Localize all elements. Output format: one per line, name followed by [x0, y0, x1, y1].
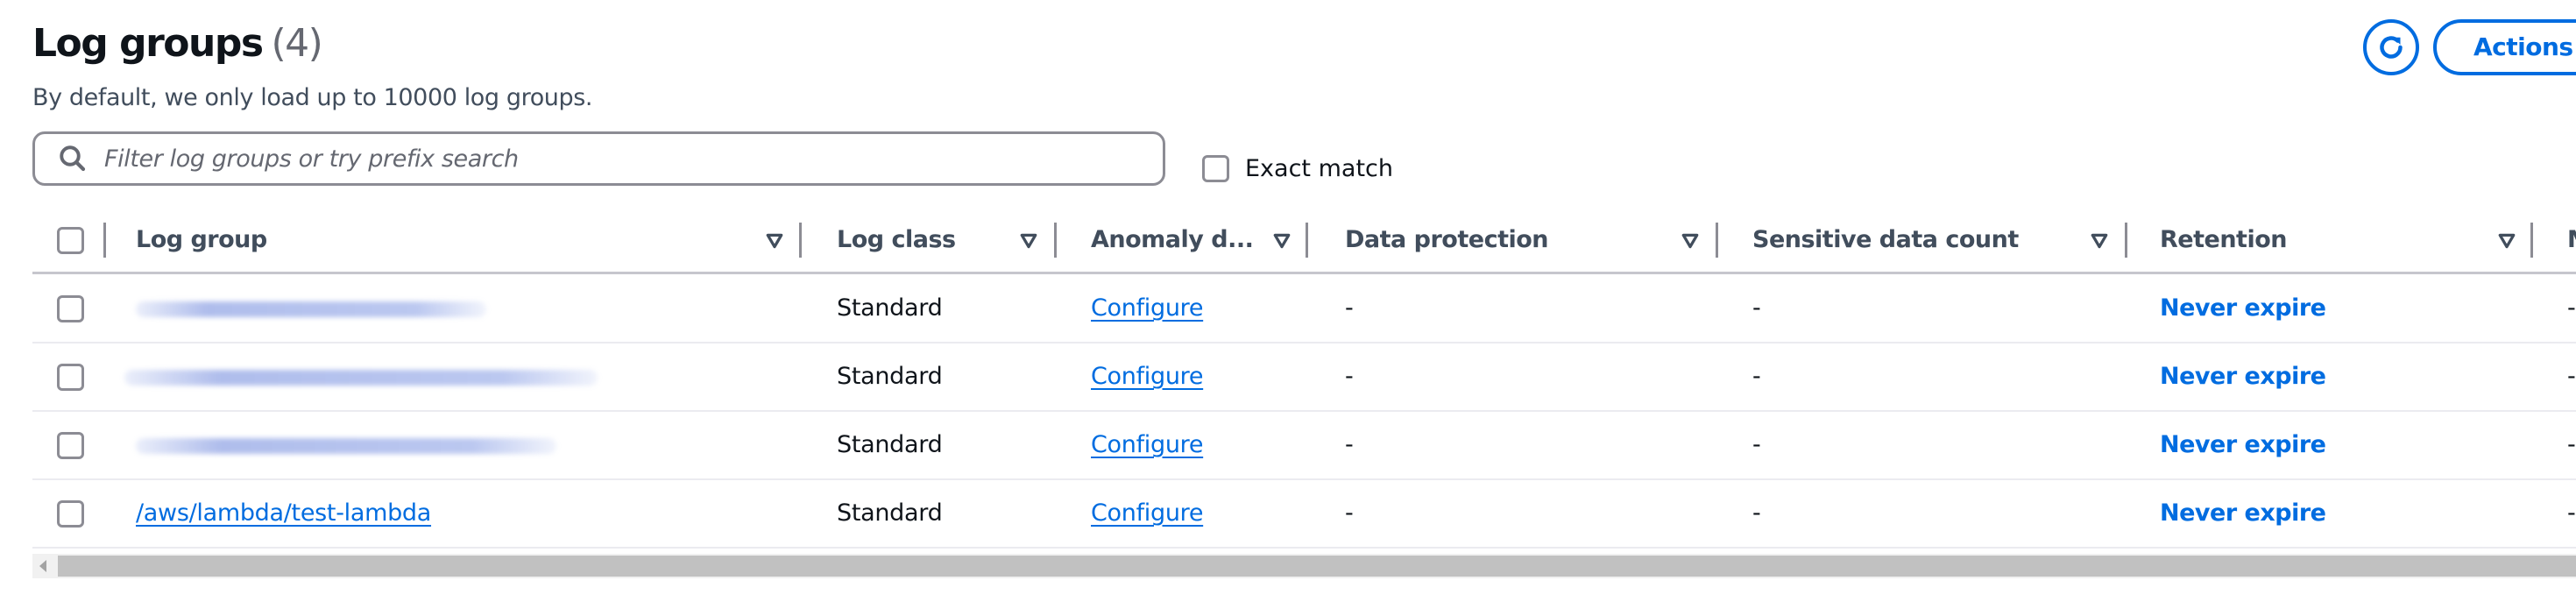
search-icon	[60, 145, 86, 172]
column-header-anomaly-detection[interactable]: Anomaly d...	[1091, 226, 1254, 253]
table-row: /aws/lambda/test-lambda Standard Configu…	[32, 480, 2576, 549]
horizontal-scrollbar[interactable]	[32, 554, 2576, 578]
column-header-truncated[interactable]: M	[2567, 226, 2576, 253]
filter-triangle-icon[interactable]	[765, 231, 784, 251]
log-group-filter[interactable]	[32, 131, 1165, 186]
table-header: Log group Log class Anomaly d... Data pr…	[32, 210, 2576, 274]
log-class-cell: Standard	[837, 294, 943, 322]
table-row: Standard Configure - - Never expire -	[32, 275, 2576, 343]
actions-button-label: Actions	[2473, 32, 2573, 61]
filter-triangle-icon[interactable]	[1272, 231, 1292, 251]
retention-link[interactable]: Never expire	[2160, 431, 2326, 458]
column-divider[interactable]	[1716, 223, 1718, 258]
data-protection-cell: -	[1345, 431, 1354, 458]
filter-triangle-icon[interactable]	[2090, 231, 2109, 251]
anomaly-configure-link[interactable]: Configure	[1091, 431, 1203, 458]
truncated-cell: -	[2567, 363, 2576, 390]
filter-triangle-icon[interactable]	[2497, 231, 2516, 251]
log-group-link-redacted[interactable]	[136, 301, 486, 317]
select-all-checkbox[interactable]	[57, 227, 84, 254]
row-checkbox[interactable]	[57, 364, 84, 391]
column-header-sensitive-data-count[interactable]: Sensitive data count	[1752, 226, 2019, 253]
log-group-link-redacted[interactable]	[124, 370, 598, 386]
anomaly-configure-link[interactable]: Configure	[1091, 499, 1203, 527]
column-divider[interactable]	[1054, 223, 1057, 258]
column-divider[interactable]	[2125, 223, 2127, 258]
truncated-cell: -	[2567, 431, 2576, 458]
sensitive-count-cell: -	[1752, 499, 1761, 527]
anomaly-configure-link[interactable]: Configure	[1091, 294, 1203, 322]
log-class-cell: Standard	[837, 431, 943, 458]
retention-link[interactable]: Never expire	[2160, 499, 2326, 527]
row-checkbox[interactable]	[57, 295, 84, 322]
filter-triangle-icon[interactable]	[1681, 231, 1700, 251]
truncated-cell: -	[2567, 294, 2576, 322]
page-title-text: Log groups	[32, 21, 264, 66]
anomaly-configure-link[interactable]: Configure	[1091, 363, 1203, 390]
sensitive-count-cell: -	[1752, 363, 1761, 390]
filter-input[interactable]	[104, 145, 1112, 173]
actions-button[interactable]: Actions	[2433, 19, 2576, 75]
exact-match-checkbox[interactable]	[1202, 155, 1229, 182]
log-group-link-redacted[interactable]	[136, 438, 556, 454]
page-description: By default, we only load up to 10000 log…	[32, 84, 593, 111]
log-class-cell: Standard	[837, 363, 943, 390]
sensitive-count-cell: -	[1752, 431, 1761, 458]
refresh-button[interactable]	[2363, 19, 2419, 75]
column-header-retention[interactable]: Retention	[2160, 226, 2287, 253]
data-protection-cell: -	[1345, 363, 1354, 390]
scrollbar-thumb[interactable]	[58, 556, 2576, 577]
exact-match-label: Exact match	[1245, 155, 1393, 182]
column-divider[interactable]	[103, 223, 106, 258]
retention-link[interactable]: Never expire	[2160, 363, 2326, 390]
column-header-log-group[interactable]: Log group	[136, 226, 267, 253]
column-divider[interactable]	[2530, 223, 2533, 258]
exact-match-option[interactable]: Exact match	[1202, 155, 1393, 182]
column-header-data-protection[interactable]: Data protection	[1345, 226, 1549, 253]
column-divider[interactable]	[799, 223, 802, 258]
log-group-link[interactable]: /aws/lambda/test-lambda	[136, 499, 431, 527]
filter-triangle-icon[interactable]	[1019, 231, 1038, 251]
truncated-cell: -	[2567, 499, 2576, 527]
sensitive-count-cell: -	[1752, 294, 1761, 322]
table-row: Standard Configure - - Never expire -	[32, 412, 2576, 480]
data-protection-cell: -	[1345, 294, 1354, 322]
row-checkbox[interactable]	[57, 500, 84, 528]
scroll-left-arrow-icon[interactable]	[39, 560, 46, 572]
data-protection-cell: -	[1345, 499, 1354, 527]
column-header-log-class[interactable]: Log class	[837, 226, 956, 253]
column-divider[interactable]	[1306, 223, 1308, 258]
log-group-count: (4)	[271, 21, 323, 66]
table-row: Standard Configure - - Never expire -	[32, 343, 2576, 412]
log-class-cell: Standard	[837, 499, 943, 527]
page-title: Log groups (4)	[32, 21, 323, 66]
retention-link[interactable]: Never expire	[2160, 294, 2326, 322]
refresh-icon	[2380, 36, 2403, 59]
row-checbox[interactable]	[57, 432, 84, 459]
